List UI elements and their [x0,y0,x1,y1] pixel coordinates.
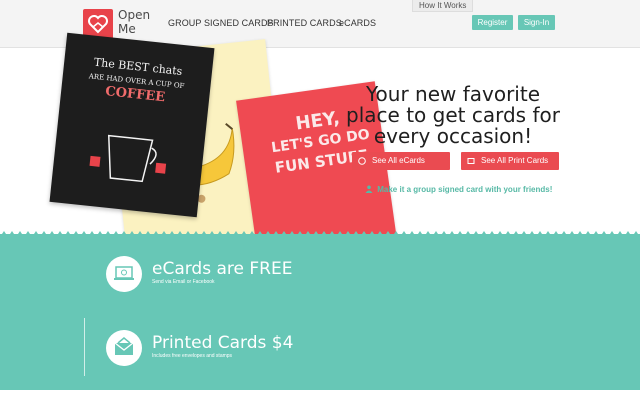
ecard-feature-icon [106,256,142,292]
group-people-icon [365,185,373,193]
group-signed-link[interactable]: Make it a group signed card with your fr… [365,185,552,194]
black-card-image[interactable]: The BEST chats ARE HAD OVER A CUP OF COF… [49,32,215,218]
features-band [0,231,640,390]
print-card-icon [467,158,475,164]
feature-divider [84,318,85,376]
envelope-feature-icon [106,330,142,366]
group-signed-label: Make it a group signed card with your fr… [377,185,553,194]
page: Open Me GROUP SIGNED CARDS PRINTED CARDS… [0,0,640,400]
ecards-free-title: eCards are FREE [152,259,293,279]
coffee-cup-illustration [89,134,167,183]
band-zigzag-top [0,231,640,237]
printed-cards-subtitle: Includes free envelopes and stamps [152,353,233,359]
how-it-works-tab[interactable]: How It Works [412,0,474,12]
see-all-print-cards-button[interactable]: See All Print Cards [461,152,559,170]
hero-card-collage: HEY, LET'S GO DO FUN STUFF. The BEST cha… [40,32,404,309]
ecard-icon [358,157,366,165]
nav-printed-cards[interactable]: PRINTED CARDS [267,18,342,28]
see-all-ecards-button[interactable]: See All eCards [352,152,450,170]
sign-in-button[interactable]: Sign-In [518,15,555,30]
nav-ecards[interactable]: eCARDS [339,18,376,28]
printed-cards-title: Printed Cards $4 [152,333,294,353]
logo-text[interactable]: Open Me [118,8,162,36]
nav-group-signed-cards[interactable]: GROUP SIGNED CARDS [168,18,274,28]
see-all-ecards-label: See All eCards [372,156,425,165]
ecards-free-subtitle: Send via Email or Facebook [152,279,215,285]
register-button[interactable]: Register [472,15,513,30]
hero-headline: Your new favorite place to get cards for… [346,82,560,148]
see-all-print-cards-label: See All Print Cards [481,156,549,165]
